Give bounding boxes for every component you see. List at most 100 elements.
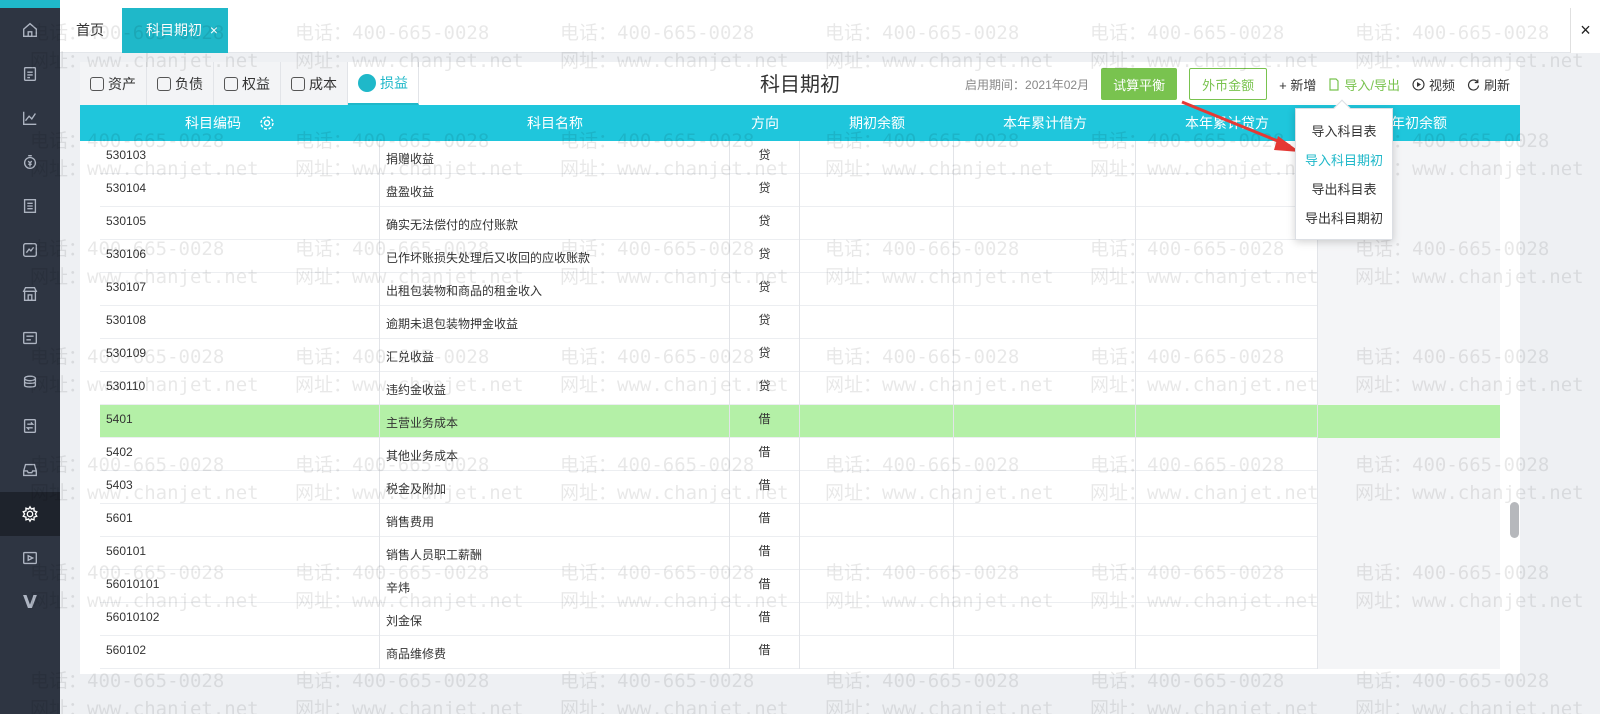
cell-opening-balance[interactable]: [800, 603, 954, 636]
cell-year-start-balance[interactable]: [1318, 339, 1500, 372]
cell-year-start-balance[interactable]: [1318, 471, 1500, 504]
table-row[interactable]: 530104 盘盈收益贷: [100, 174, 1500, 207]
cell-opening-balance[interactable]: [800, 636, 954, 669]
cell-year-start-balance[interactable]: [1318, 405, 1500, 438]
cell-opening-balance[interactable]: [800, 141, 954, 174]
table-row[interactable]: 530110 违约金收益贷: [100, 372, 1500, 405]
chart-icon[interactable]: [0, 96, 60, 140]
cell-opening-balance[interactable]: [800, 372, 954, 405]
cell-ytd-credit[interactable]: [1136, 504, 1318, 537]
table-row[interactable]: 56010102 刘金保借: [100, 603, 1500, 636]
cell-ytd-debit[interactable]: [954, 405, 1136, 438]
cell-ytd-debit[interactable]: [954, 636, 1136, 669]
foreign-currency-button[interactable]: 外币金额: [1189, 68, 1268, 100]
cell-ytd-credit[interactable]: [1136, 339, 1318, 372]
store-icon[interactable]: [0, 272, 60, 316]
cell-ytd-credit[interactable]: [1136, 570, 1318, 603]
table-row[interactable]: 5403 税金及附加借: [100, 471, 1500, 504]
subtab-liabilities[interactable]: 负债: [147, 62, 214, 105]
inbox-icon[interactable]: [0, 448, 60, 492]
cell-ytd-debit[interactable]: [954, 240, 1136, 273]
cell-ytd-credit[interactable]: [1136, 603, 1318, 636]
cell-ytd-credit[interactable]: [1136, 207, 1318, 240]
cell-ytd-debit[interactable]: [954, 537, 1136, 570]
invoice-icon[interactable]: [0, 316, 60, 360]
cell-year-start-balance[interactable]: [1318, 537, 1500, 570]
cell-year-start-balance[interactable]: [1318, 372, 1500, 405]
cell-ytd-debit[interactable]: [954, 570, 1136, 603]
cell-year-start-balance[interactable]: [1318, 240, 1500, 273]
cell-ytd-debit[interactable]: [954, 603, 1136, 636]
cell-ytd-debit[interactable]: [954, 141, 1136, 174]
table-row[interactable]: 5402 其他业务成本借: [100, 438, 1500, 471]
cell-year-start-balance[interactable]: [1318, 273, 1500, 306]
cell-ytd-credit[interactable]: [1136, 438, 1318, 471]
cell-opening-balance[interactable]: [800, 273, 954, 306]
menu-export-account-list[interactable]: 导出科目表: [1296, 175, 1392, 204]
coins-icon[interactable]: [0, 360, 60, 404]
cell-opening-balance[interactable]: [800, 471, 954, 504]
cell-ytd-credit[interactable]: [1136, 273, 1318, 306]
tab-home[interactable]: 首页: [76, 8, 104, 53]
cell-year-start-balance[interactable]: [1318, 603, 1500, 636]
table-row[interactable]: 56010101 辛炜借: [100, 570, 1500, 603]
cell-ytd-debit[interactable]: [954, 273, 1136, 306]
cell-ytd-credit[interactable]: [1136, 471, 1318, 504]
subtab-cost[interactable]: 成本: [281, 62, 348, 105]
subtab-assets[interactable]: 资产: [80, 62, 147, 105]
cell-ytd-credit[interactable]: [1136, 174, 1318, 207]
v-icon[interactable]: V: [0, 580, 60, 624]
home-icon[interactable]: [0, 8, 60, 52]
cell-opening-balance[interactable]: [800, 339, 954, 372]
cell-ytd-credit[interactable]: [1136, 537, 1318, 570]
table-row[interactable]: 530108 逾期未退包装物押金收益贷: [100, 306, 1500, 339]
scrollbar-thumb[interactable]: [1510, 502, 1519, 538]
menu-import-opening-balance[interactable]: 导入科目期初: [1296, 146, 1392, 175]
transfer-icon[interactable]: [0, 404, 60, 448]
table-row[interactable]: 5401 主营业务成本借: [100, 405, 1500, 438]
cell-ytd-debit[interactable]: [954, 471, 1136, 504]
cell-ytd-debit[interactable]: [954, 372, 1136, 405]
cell-ytd-credit[interactable]: [1136, 405, 1318, 438]
cell-opening-balance[interactable]: [800, 174, 954, 207]
cell-year-start-balance[interactable]: [1318, 438, 1500, 471]
voucher-icon[interactable]: [0, 52, 60, 96]
cell-year-start-balance[interactable]: [1318, 636, 1500, 669]
ledger-icon[interactable]: [0, 184, 60, 228]
table-row[interactable]: 560102 商品维修费借: [100, 636, 1500, 669]
cell-opening-balance[interactable]: [800, 537, 954, 570]
cell-ytd-debit[interactable]: [954, 339, 1136, 372]
cell-ytd-debit[interactable]: [954, 306, 1136, 339]
cell-year-start-balance[interactable]: [1318, 504, 1500, 537]
subtab-profit-loss[interactable]: 损益: [348, 62, 419, 105]
cell-year-start-balance[interactable]: [1318, 306, 1500, 339]
video-button[interactable]: 视频: [1412, 75, 1455, 94]
cell-opening-balance[interactable]: [800, 207, 954, 240]
gear-icon[interactable]: [0, 492, 60, 536]
trial-balance-button[interactable]: 试算平衡: [1101, 68, 1178, 100]
table-row[interactable]: 530105 确实无法偿付的应付账款贷: [100, 207, 1500, 240]
cell-ytd-debit[interactable]: [954, 207, 1136, 240]
report-icon[interactable]: [0, 228, 60, 272]
menu-import-account-list[interactable]: 导入科目表: [1296, 117, 1392, 146]
settings-gear-icon[interactable]: [259, 115, 275, 131]
cell-ytd-debit[interactable]: [954, 174, 1136, 207]
table-row[interactable]: 560101 销售人员职工薪酬借: [100, 537, 1500, 570]
window-close-icon[interactable]: ×: [1570, 8, 1600, 53]
cell-opening-balance[interactable]: [800, 504, 954, 537]
table-row[interactable]: 5601 销售费用借: [100, 504, 1500, 537]
cell-opening-balance[interactable]: [800, 306, 954, 339]
video-icon[interactable]: [0, 536, 60, 580]
cell-ytd-debit[interactable]: [954, 504, 1136, 537]
tab-close-icon[interactable]: ×: [210, 8, 218, 53]
money-icon[interactable]: [0, 140, 60, 184]
add-button[interactable]: + 新增: [1279, 75, 1316, 94]
import-export-button[interactable]: 导入/导出: [1328, 75, 1400, 94]
cell-opening-balance[interactable]: [800, 405, 954, 438]
refresh-button[interactable]: 刷新: [1467, 75, 1510, 94]
cell-ytd-credit[interactable]: [1136, 240, 1318, 273]
cell-ytd-credit[interactable]: [1136, 636, 1318, 669]
cell-opening-balance[interactable]: [800, 240, 954, 273]
table-row[interactable]: 530106 已作坏账损失处理后又收回的应收账款贷: [100, 240, 1500, 273]
cell-opening-balance[interactable]: [800, 438, 954, 471]
